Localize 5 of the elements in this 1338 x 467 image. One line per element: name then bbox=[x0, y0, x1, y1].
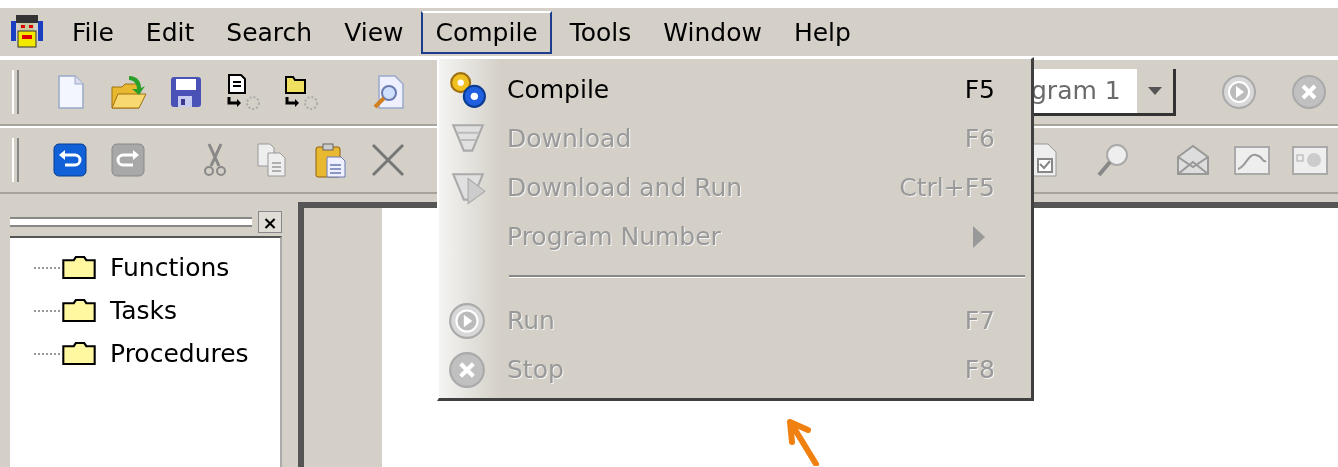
shortcut-label: Ctrl+F5 bbox=[899, 173, 995, 202]
shortcut-label: F8 bbox=[964, 355, 995, 384]
shortcut-label: F7 bbox=[964, 306, 995, 335]
shortcut-label: F5 bbox=[964, 75, 995, 104]
shortcut-label: F6 bbox=[964, 124, 995, 153]
